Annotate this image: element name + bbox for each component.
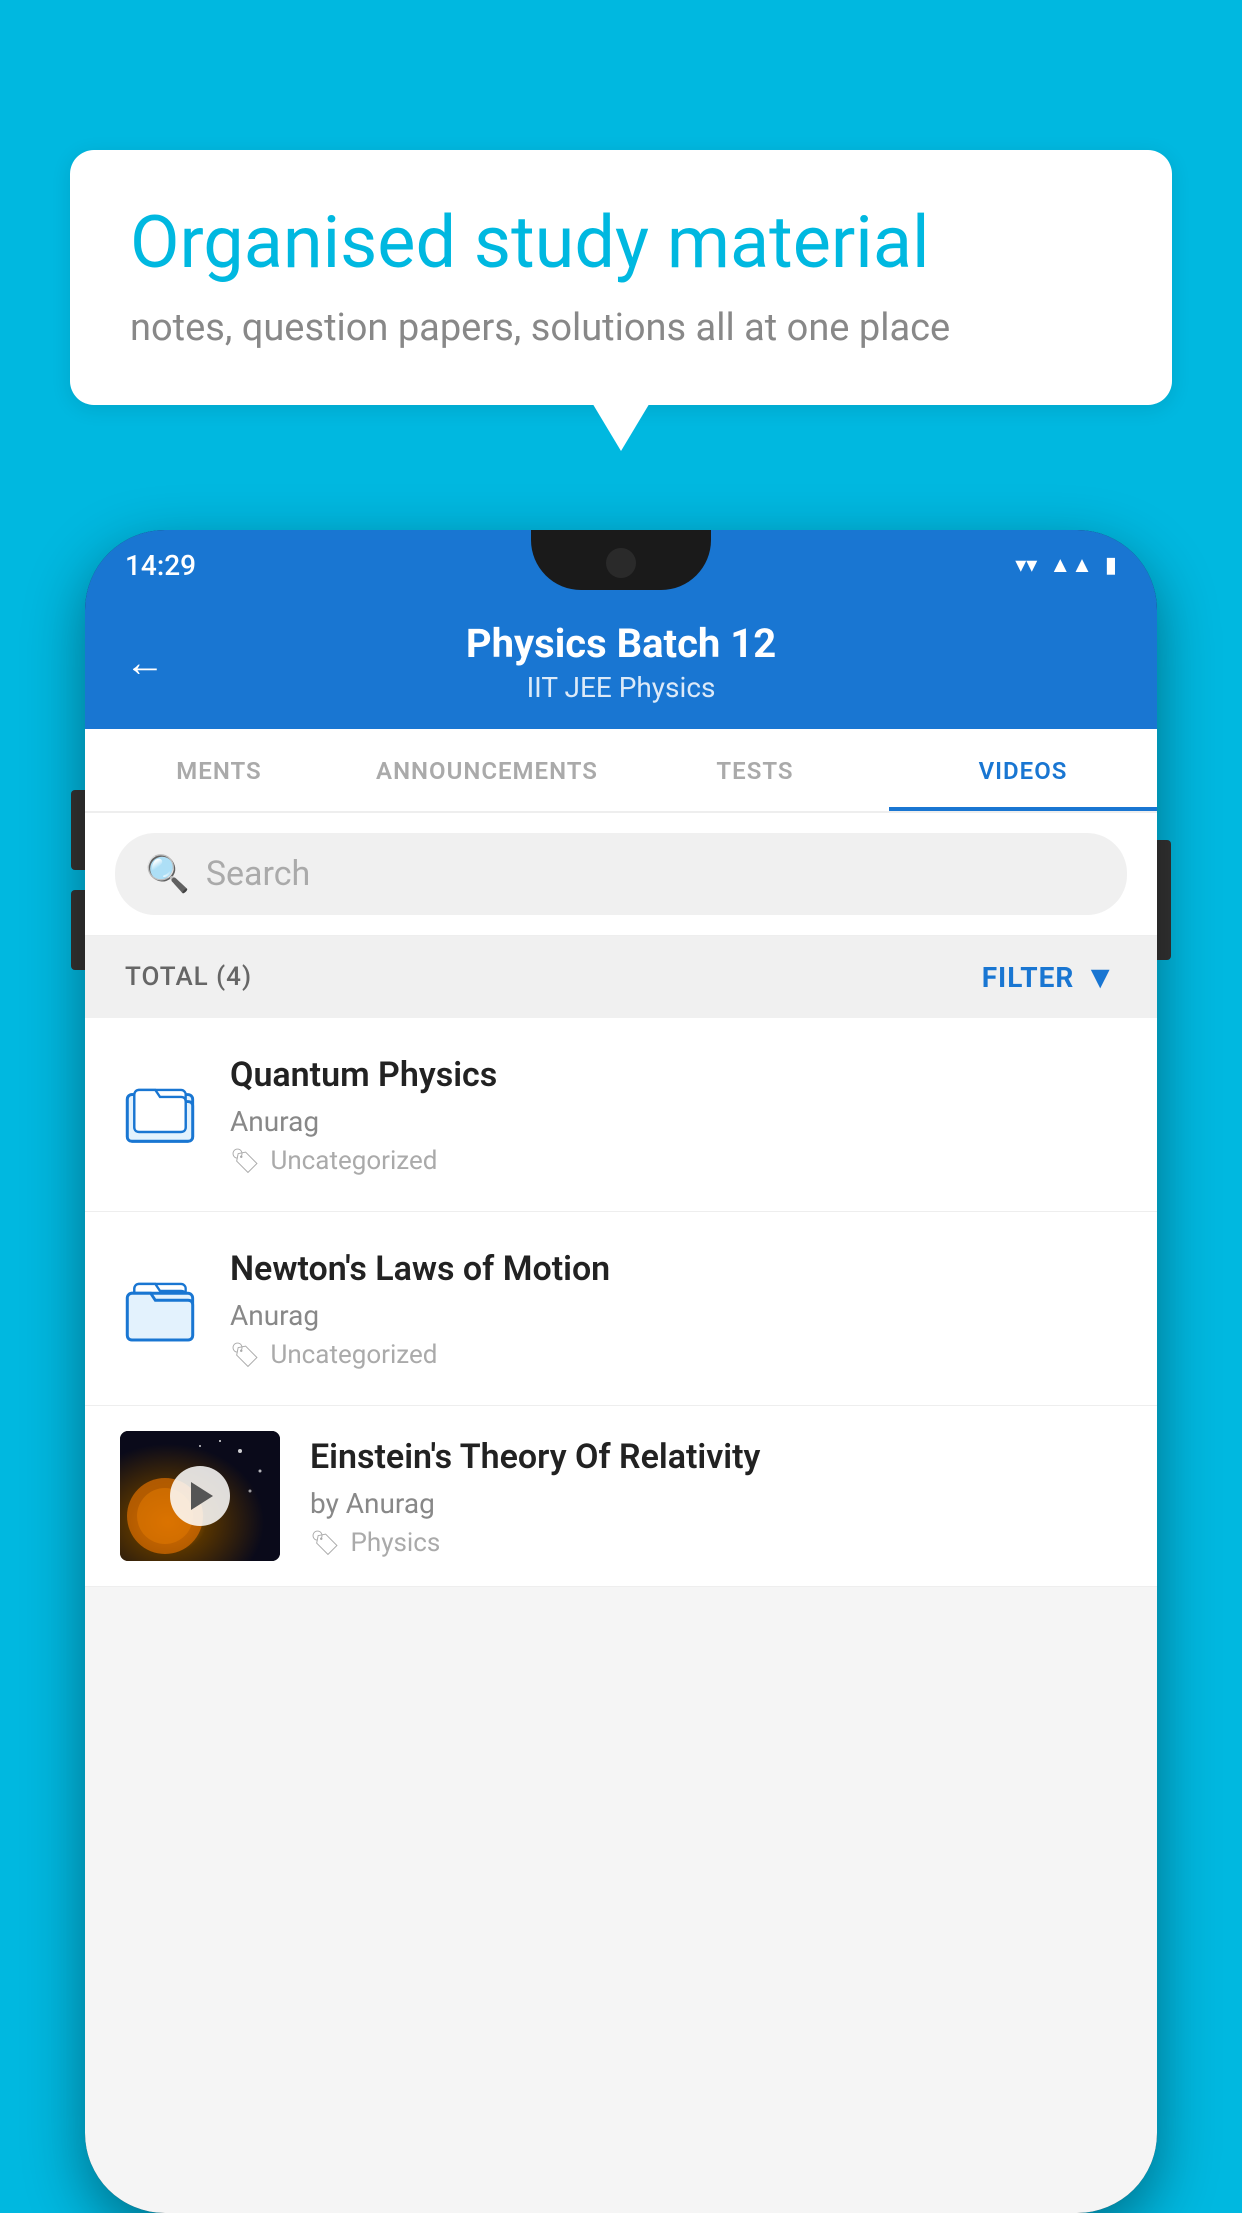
screen-content: 🔍 Search TOTAL (4) FILTER ▼ [85,813,1157,2213]
video-info: Einstein's Theory Of Relativity by Anura… [310,1435,1122,1558]
video-list: Quantum Physics Anurag 🏷 Uncategorized [85,1018,1157,1587]
speech-bubble: Organised study material notes, question… [70,150,1172,405]
phone-frame: 14:29 ▾▾ ▲▲ ▮ ← Physics Batch 12 IIT JEE… [85,530,1157,2208]
video-tag: 🏷 Physics [310,1528,1122,1558]
batch-subtitle: IIT JEE Physics [125,671,1117,704]
video-title: Einstein's Theory Of Relativity [310,1435,1122,1479]
bubble-subtitle: notes, question papers, solutions all at… [130,306,1112,350]
wifi-icon: ▾▾ [1015,553,1037,578]
battery-icon: ▮ [1105,553,1117,578]
app-bar: ← Physics Batch 12 IIT JEE Physics [85,600,1157,729]
video-author: Anurag [230,1299,1122,1332]
filter-label: FILTER [982,961,1075,994]
video-author: Anurag [230,1105,1122,1138]
tab-tests[interactable]: TESTS [621,729,889,811]
phone-screen: 14:29 ▾▾ ▲▲ ▮ ← Physics Batch 12 IIT JEE… [85,530,1157,2213]
video-title: Newton's Laws of Motion [230,1247,1122,1291]
video-info: Newton's Laws of Motion Anurag 🏷 Uncateg… [230,1247,1122,1370]
video-title: Quantum Physics [230,1053,1122,1097]
total-count: TOTAL (4) [125,962,252,992]
list-item[interactable]: Einstein's Theory Of Relativity by Anura… [85,1406,1157,1587]
tab-bar: MENTS ANNOUNCEMENTS TESTS VIDEOS [85,729,1157,813]
search-bar[interactable]: 🔍 Search [115,833,1127,915]
video-info: Quantum Physics Anurag 🏷 Uncategorized [230,1053,1122,1176]
filter-button[interactable]: FILTER ▼ [982,958,1117,996]
video-tag: 🏷 Uncategorized [230,1340,1122,1370]
play-triangle-icon [191,1482,213,1510]
volume-down-button [71,890,85,970]
video-tag: 🏷 Uncategorized [230,1146,1122,1176]
filter-icon: ▼ [1084,958,1117,996]
tag-icon: 🏷 [230,1147,260,1175]
power-button [1157,840,1171,960]
tag-icon: 🏷 [230,1341,260,1369]
back-button[interactable]: ← [125,639,165,686]
video-author: by Anurag [310,1487,1122,1520]
search-icon: 🔍 [145,853,190,895]
app-bar-title-group: Physics Batch 12 IIT JEE Physics [125,620,1117,704]
tab-videos[interactable]: VIDEOS [889,729,1157,811]
play-button[interactable] [170,1466,230,1526]
video-thumbnail [120,1431,280,1561]
tag-label: Physics [350,1528,440,1558]
signal-icon: ▲▲ [1049,552,1093,578]
tag-label: Uncategorized [270,1146,437,1176]
tab-announcements[interactable]: ANNOUNCEMENTS [353,729,621,811]
status-icons: ▾▾ ▲▲ ▮ [1015,552,1117,578]
tab-ments[interactable]: MENTS [85,729,353,811]
folder-icon-wrap [120,1274,200,1344]
tag-icon: 🏷 [310,1529,340,1557]
tag-label: Uncategorized [270,1340,437,1370]
status-bar: 14:29 ▾▾ ▲▲ ▮ [85,530,1157,600]
folder-icon [125,1274,195,1344]
list-item[interactable]: Newton's Laws of Motion Anurag 🏷 Uncateg… [85,1212,1157,1406]
filter-bar: TOTAL (4) FILTER ▼ [85,936,1157,1018]
bubble-title: Organised study material [130,200,1112,286]
status-time: 14:29 [125,549,196,582]
folder-icon [125,1080,195,1150]
volume-up-button [71,790,85,870]
folder-icon-wrap [120,1080,200,1150]
batch-title: Physics Batch 12 [125,620,1117,667]
list-item[interactable]: Quantum Physics Anurag 🏷 Uncategorized [85,1018,1157,1212]
search-placeholder: Search [206,854,310,894]
search-container: 🔍 Search [85,813,1157,936]
